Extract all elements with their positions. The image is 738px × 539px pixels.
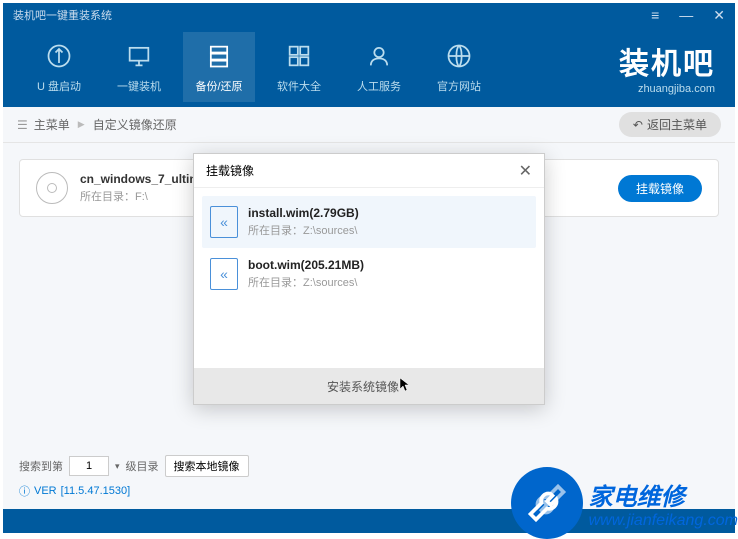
wim-item-boot[interactable]: boot.wim(205.21MB) 所在目录：Z:\sources\ — [202, 248, 536, 300]
globe-icon — [443, 40, 475, 72]
wim-name: install.wim(2.79GB) — [248, 206, 359, 220]
version-info[interactable]: ⓘ VER[11.5.47.1530] — [19, 483, 719, 499]
footer: 搜索到第 ▾ 级目录 搜索本地镜像 ⓘ VER[11.5.47.1530] — [3, 449, 735, 509]
install-system-button[interactable]: 安装系统镜像 — [194, 368, 544, 404]
search-prefix: 搜索到第 — [19, 458, 63, 474]
brand-logo: 装机吧 — [619, 39, 715, 83]
dropdown-icon[interactable]: ▾ — [115, 461, 120, 472]
wim-path: 所在目录：Z:\sources\ — [248, 274, 364, 290]
info-icon: ⓘ — [19, 483, 30, 499]
search-suffix: 级目录 — [126, 458, 159, 474]
wim-item-install[interactable]: install.wim(2.79GB) 所在目录：Z:\sources\ — [202, 196, 536, 248]
wim-name: boot.wim(205.21MB) — [248, 258, 364, 272]
close-button[interactable]: ✕ — [713, 7, 725, 24]
search-level-input[interactable] — [69, 456, 109, 476]
headset-icon — [363, 40, 395, 72]
main-nav: U 盘启动 一键装机 备份/还原 软件大全 人工服务 官方网站 装机吧 zhua… — [3, 27, 735, 107]
list-icon: ☰ — [17, 118, 28, 132]
file-icon — [210, 258, 238, 290]
crumb-current: 自定义镜像还原 — [93, 116, 177, 133]
undo-icon: ↶ — [633, 118, 643, 132]
usb-icon — [43, 40, 75, 72]
brand-url: zhuangjiba.com — [619, 83, 715, 95]
cursor-icon — [399, 377, 411, 396]
crumb-root[interactable]: 主菜单 — [34, 116, 70, 133]
chevron-right-icon: ▶ — [78, 119, 85, 130]
disc-icon — [36, 172, 68, 204]
nav-support[interactable]: 人工服务 — [343, 32, 415, 102]
breadcrumb: ☰ 主菜单 ▶ 自定义镜像还原 ↶ 返回主菜单 — [3, 107, 735, 143]
window-title: 装机吧一键重装系统 — [13, 7, 112, 23]
titlebar: 装机吧一键重装系统 ≡ — ✕ — [3, 3, 735, 27]
modal-close-button[interactable]: ✕ — [519, 161, 532, 181]
file-icon — [210, 206, 238, 238]
minimize-button[interactable]: — — [679, 7, 693, 24]
brand: 装机吧 zhuangjiba.com — [619, 39, 715, 95]
menu-button[interactable]: ≡ — [651, 7, 659, 24]
nav-usb-boot[interactable]: U 盘启动 — [23, 32, 95, 102]
grid-icon — [283, 40, 315, 72]
server-icon — [203, 40, 235, 72]
mount-image-button[interactable]: 挂载镜像 — [618, 175, 702, 202]
nav-one-click[interactable]: 一键装机 — [103, 32, 175, 102]
wim-path: 所在目录：Z:\sources\ — [248, 222, 359, 238]
nav-website[interactable]: 官方网站 — [423, 32, 495, 102]
modal-title: 挂载镜像 — [206, 162, 254, 179]
search-local-button[interactable]: 搜索本地镜像 — [165, 455, 249, 477]
monitor-icon — [123, 40, 155, 72]
mount-image-modal: 挂载镜像 ✕ install.wim(2.79GB) 所在目录：Z:\sourc… — [193, 153, 545, 405]
nav-software[interactable]: 软件大全 — [263, 32, 335, 102]
nav-backup-restore[interactable]: 备份/还原 — [183, 32, 255, 102]
return-main-button[interactable]: ↶ 返回主菜单 — [619, 112, 721, 137]
